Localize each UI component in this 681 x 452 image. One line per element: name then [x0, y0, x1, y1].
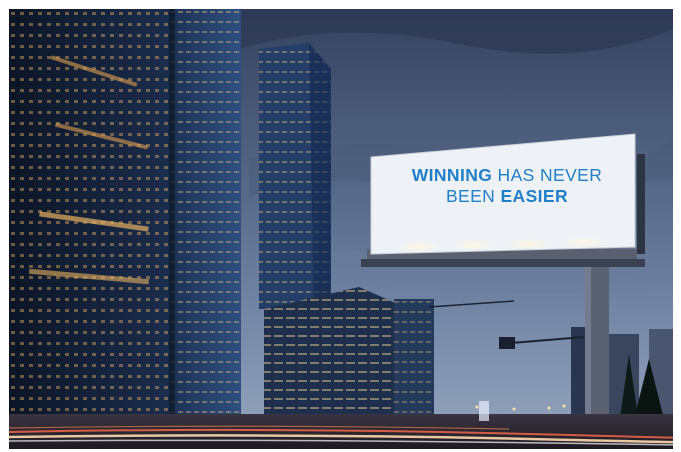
city-billboard-photo: WINNING HAS NEVER BEEN EASIER — [9, 9, 673, 449]
city-scene — [9, 9, 673, 449]
billboard-word-been: BEEN — [445, 186, 496, 206]
billboard-line-1: WINNING HAS NEVER — [371, 165, 643, 186]
billboard-text: WINNING HAS NEVER BEEN EASIER — [371, 165, 643, 207]
billboard-line-2: BEEN EASIER — [371, 186, 643, 207]
billboard-word-winning: WINNING — [411, 165, 493, 185]
billboard-word-easier: EASIER — [500, 186, 569, 206]
billboard-words-has-never: HAS NEVER — [497, 165, 603, 185]
